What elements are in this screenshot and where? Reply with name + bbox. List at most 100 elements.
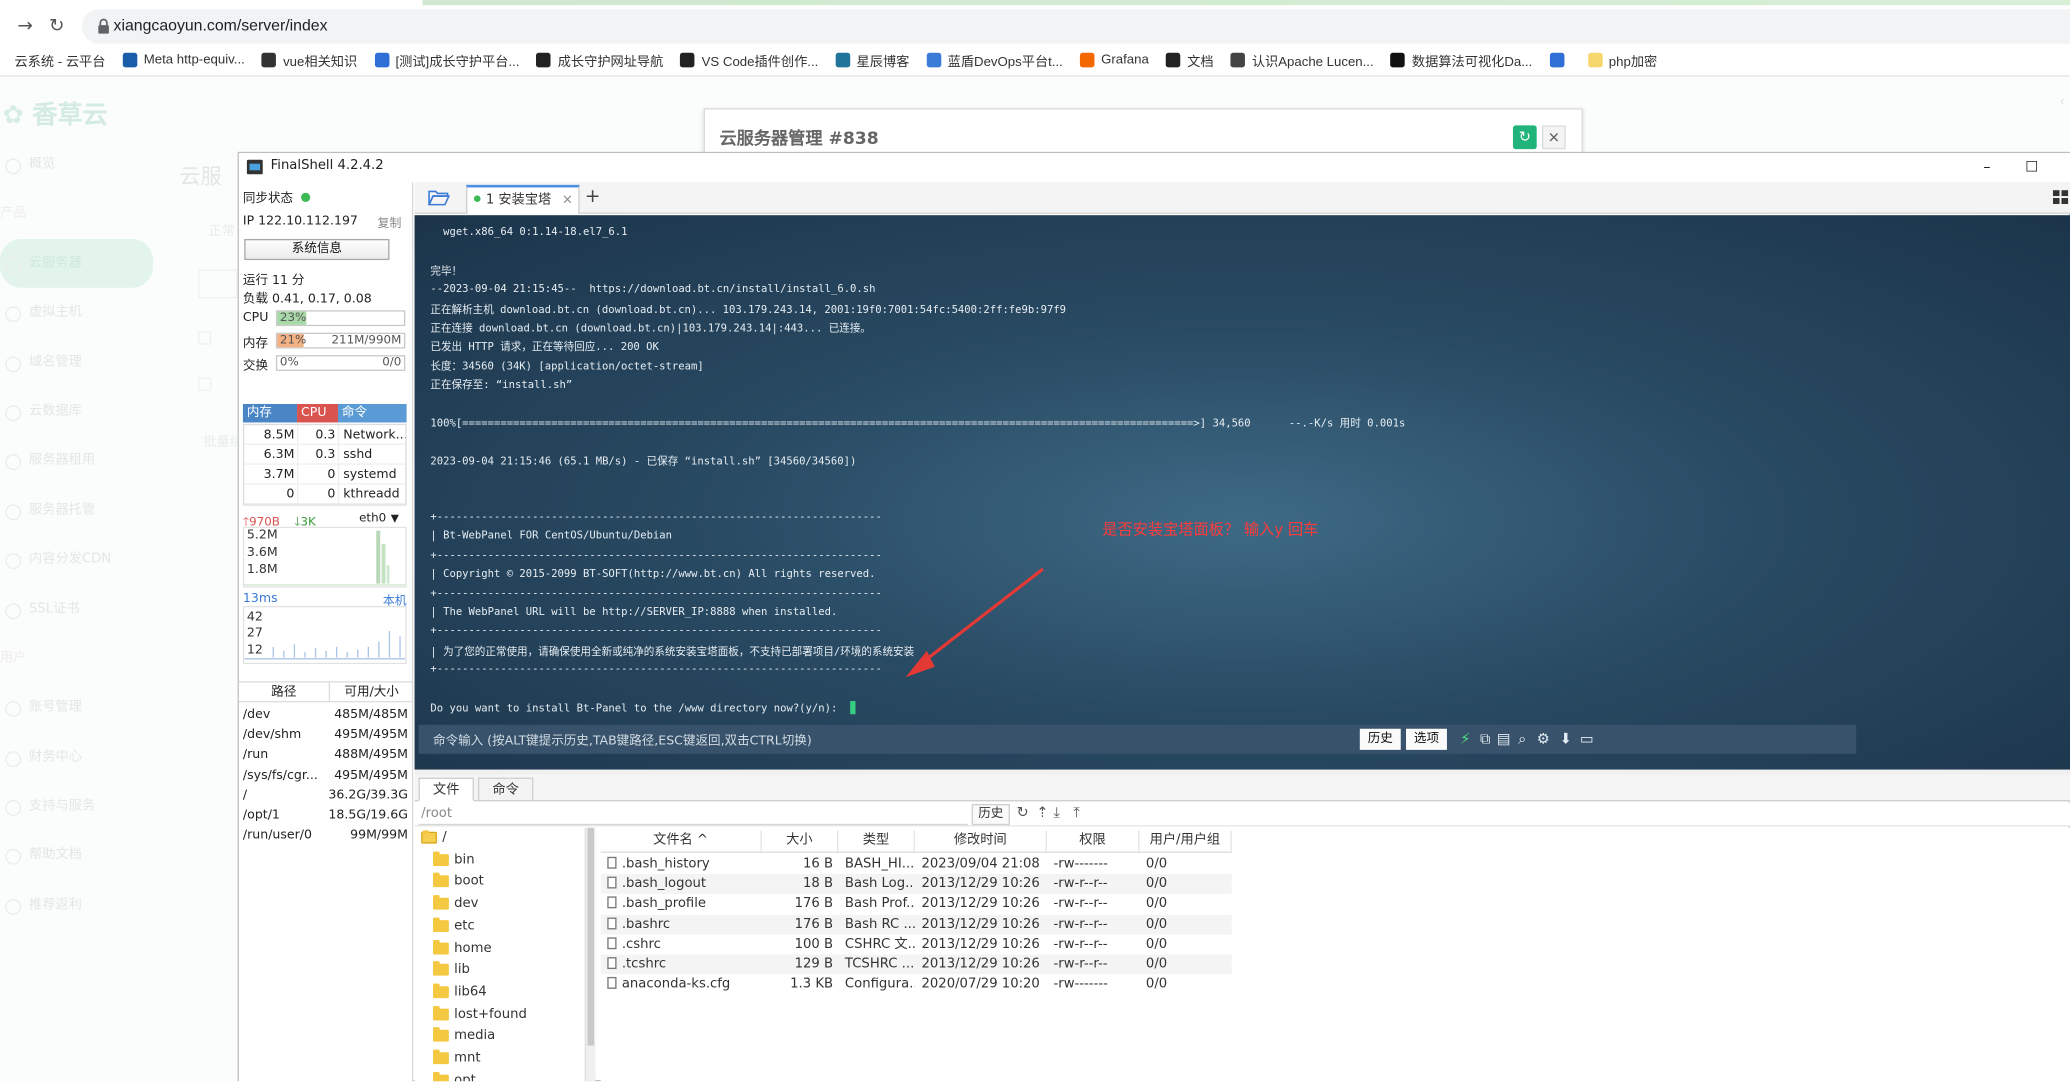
finalshell-titlebar[interactable]: FinalShell 4.2.4.2 – ☐ — [238, 153, 2070, 183]
bookmark-item[interactable]: 星辰博客 — [835, 50, 909, 70]
disk-row[interactable]: /dev/shm 495M/495M — [239, 725, 413, 745]
site-tab-normal[interactable]: 正常 — [209, 219, 235, 239]
site-menu-item[interactable]: SSL证书 — [0, 584, 158, 633]
site-search-box[interactable] — [198, 269, 238, 299]
tree-folder[interactable]: mnt — [433, 1049, 481, 1065]
copy-ip-link[interactable]: 复制 — [378, 214, 402, 231]
site-menu-item[interactable]: 云数据库 — [0, 387, 158, 436]
tree-folder[interactable]: lost+found — [433, 1005, 527, 1021]
close-icon[interactable]: ✕ — [1541, 125, 1566, 150]
disk-row[interactable]: /run/user/0 99M/99M — [239, 825, 413, 845]
bookmark-item[interactable]: 云系统 - 云平台 — [8, 50, 106, 70]
file-row[interactable]: .cshrc 100 B CSHRC 文... 2013/12/29 10:26 -rw… — [601, 934, 1232, 954]
scroll-right-icon[interactable]: ‹ — [2060, 95, 2065, 110]
process-row[interactable]: 8.5M 0.3 Network... — [244, 425, 406, 445]
site-checkbox[interactable] — [198, 377, 212, 391]
download-icon[interactable]: ⤓ — [1054, 804, 1060, 822]
process-row[interactable]: 3.7M 0 systemd — [244, 464, 406, 485]
file-row[interactable]: .bashrc 176 B Bash RC ... 2013/12/29 10:26-… — [600, 914, 1232, 935]
bookmark-item[interactable]: Meta http-equiv... — [122, 52, 245, 68]
disk-row[interactable]: / 36.2G/39.3G — [239, 785, 413, 805]
bookmark-item[interactable]: 蓝盾DevOps平台t... — [926, 50, 1063, 70]
command-input[interactable]: 命令输入 (按ALT键提示历史,TAB键路径,ESC键返回,双击CTRL切换) — [433, 730, 812, 749]
file-row[interactable]: .bash_logout 18 B Bash Log... 2013/12/29 10… — [600, 874, 1232, 895]
site-menu-item[interactable]: 内容分发CDN — [0, 535, 158, 584]
site-checkbox[interactable] — [198, 331, 212, 345]
bookmark-item[interactable]: 数据算法可视化Da... — [1390, 50, 1532, 70]
site-menu-item[interactable]: 概览 — [0, 140, 158, 189]
file-col-header[interactable]: 修改时间 — [915, 830, 1047, 852]
path-history-button[interactable]: 历史 — [971, 804, 1010, 826]
file-col-header[interactable]: 用户/用户组 — [1139, 830, 1232, 852]
tab-commands[interactable]: 命令 — [477, 777, 534, 802]
gear-icon[interactable]: ⚙ — [1534, 730, 1552, 748]
path-input[interactable]: /root — [418, 804, 968, 826]
disk-row[interactable]: /run 488M/495M — [239, 745, 413, 765]
tree-folder[interactable]: boot — [433, 873, 484, 889]
site-menu-item[interactable]: 服务器托管 — [0, 485, 158, 534]
net-interface[interactable]: eth0 — [359, 512, 386, 525]
bookmark-item[interactable]: Grafana — [1080, 52, 1149, 68]
tree-scrollbar[interactable] — [584, 827, 596, 1082]
bookmark-item[interactable]: 认识Apache Lucen... — [1230, 50, 1374, 70]
refresh-icon[interactable]: ↻ — [1512, 125, 1537, 150]
paste-icon[interactable]: ▤ — [1494, 730, 1512, 748]
disk-row[interactable]: /opt/1 18.5G/19.6G — [239, 805, 413, 825]
disk-col-path[interactable]: 路径 — [239, 683, 329, 701]
bookmark-item[interactable]: vue相关知识 — [261, 50, 357, 70]
command-history-button[interactable]: 历史 — [1359, 728, 1401, 750]
file-col-header[interactable]: 大小 — [762, 830, 839, 852]
tree-folder[interactable]: home — [433, 939, 492, 955]
site-menu-item[interactable]: 域名管理 — [0, 337, 158, 386]
copy-icon[interactable]: ⧉ — [1476, 730, 1494, 748]
file-col-header[interactable]: 类型 — [838, 830, 915, 852]
url-box[interactable]: xiangcaoyun.com/server/index — [81, 9, 2070, 44]
file-col-header[interactable]: 文件名 ^ — [601, 830, 762, 852]
proc-col-mem[interactable]: 内存 — [242, 403, 298, 423]
parent-dir-icon[interactable]: ⇡ — [1036, 804, 1048, 821]
tree-root[interactable]: / — [421, 830, 447, 845]
search-icon[interactable]: ⌕ — [1513, 730, 1531, 748]
process-row[interactable]: 0 0 kthreadd — [244, 484, 406, 505]
add-tab-icon[interactable]: + — [585, 186, 600, 207]
disk-row[interactable]: /sys/fs/cgr... 495M/495M — [239, 765, 413, 785]
site-menu-item[interactable]: 推荐返利 — [0, 880, 158, 929]
disk-row[interactable]: /dev 485M/485M — [239, 705, 413, 725]
site-menu-item[interactable]: 用户 — [0, 634, 158, 683]
file-row[interactable]: .bash_profile 176 B Bash Prof... 2013/12/29… — [601, 894, 1232, 914]
close-icon[interactable]: × — [562, 187, 573, 212]
site-menu-item[interactable]: 帮助文档 — [0, 831, 158, 880]
tree-folder[interactable]: dev — [433, 895, 478, 911]
layout-grid-icon[interactable] — [2052, 190, 2069, 205]
bookmark-item[interactable]: php加密 — [1587, 50, 1657, 70]
forward-icon[interactable]: → — [13, 15, 37, 39]
maximize-icon[interactable]: ☐ — [2019, 156, 2045, 180]
file-row[interactable]: .bash_history 16 B BASH_HI... 2023/09/04 21… — [601, 854, 1232, 874]
tree-folder[interactable]: bin — [433, 851, 475, 867]
file-row[interactable]: anaconda-ks.cfg 1.3 KB Configura... 2020/07… — [601, 975, 1232, 995]
site-menu-item[interactable]: 支持与服务 — [0, 782, 158, 831]
bookmark-item[interactable]: 成长守护网址导航 — [536, 50, 663, 70]
tree-folder[interactable]: lib64 — [433, 983, 487, 999]
session-tab[interactable]: 1 安装宝塔 × — [466, 184, 580, 214]
file-col-header[interactable]: 权限 — [1047, 830, 1140, 852]
process-row[interactable]: 6.3M 0.3 sshd — [244, 444, 406, 465]
disk-col-size[interactable]: 可用/大小 — [328, 682, 413, 702]
terminal-output[interactable]: 是否安装宝塔面板？ 输入y 回车 wget.x86_64 0:1.14-18.e… — [414, 215, 2070, 770]
site-menu-item[interactable]: 账号管理 — [0, 683, 158, 732]
proc-col-cpu[interactable]: CPU — [297, 403, 338, 423]
file-row[interactable]: .tcshrc 129 B TCSHRC ... 2013/12/29 10:26 -r… — [600, 954, 1232, 975]
site-menu-item[interactable]: 财务中心 — [0, 732, 158, 781]
bookmark-item[interactable]: [测试]成长守护平台... — [374, 50, 519, 70]
tree-folder[interactable]: opt — [433, 1071, 476, 1082]
chevron-down-icon[interactable]: ▼ — [391, 512, 399, 524]
site-menu-item[interactable]: 服务器租用 — [0, 436, 158, 485]
site-logo[interactable]: ✿ 香草云 — [3, 95, 108, 131]
reload-icon[interactable]: ↻ — [45, 15, 69, 39]
tab-files[interactable]: 文件 — [418, 777, 474, 802]
bookmark-item[interactable] — [1549, 52, 1570, 68]
bookmark-item[interactable]: VS Code插件创作... — [680, 50, 818, 70]
proc-col-cmd[interactable]: 命令 — [337, 403, 407, 423]
site-menu-item[interactable]: 产品 — [0, 189, 158, 238]
system-info-button[interactable]: 系统信息 — [244, 238, 390, 261]
